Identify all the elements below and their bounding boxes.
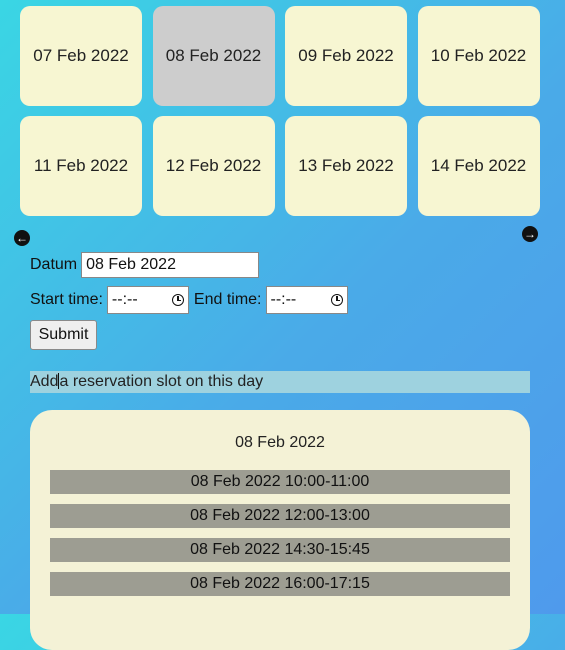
- slot-item[interactable]: 08 Feb 2022 12:00-13:00: [50, 504, 510, 528]
- end-time-label: End time:: [193, 291, 262, 308]
- date-tile-5[interactable]: 12 Feb 2022: [152, 116, 275, 216]
- slot-item[interactable]: 08 Feb 2022 10:00-11:00: [50, 470, 510, 494]
- arrow-left-circle-icon[interactable]: ←: [14, 230, 30, 246]
- date-tile-1[interactable]: 08 Feb 2022: [152, 6, 275, 106]
- clock-icon[interactable]: [330, 294, 343, 306]
- start-time-label: Start time:: [30, 291, 103, 308]
- end-time-input[interactable]: --:--: [265, 286, 348, 314]
- datum-label: Datum: [30, 256, 78, 273]
- arrow-right-circle-icon[interactable]: →: [522, 226, 538, 242]
- slot-list: 08 Feb 2022 10:00-11:00 08 Feb 2022 12:0…: [50, 470, 510, 606]
- date-tile-0[interactable]: 07 Feb 2022: [20, 6, 142, 106]
- start-time-value: --:--: [111, 291, 138, 308]
- datum-input[interactable]: [81, 252, 260, 278]
- start-time-input[interactable]: --:--: [106, 286, 189, 314]
- date-grid: 07 Feb 2022 08 Feb 2022 09 Feb 2022 10 F…: [20, 6, 540, 216]
- add-slot-text-start: Add: [30, 373, 59, 390]
- add-slot-text-end: a reservation slot on this day: [59, 373, 264, 390]
- day-panel: 08 Feb 2022 08 Feb 2022 10:00-11:00 08 F…: [30, 410, 530, 650]
- end-time-value: --:--: [270, 291, 297, 308]
- slot-item[interactable]: 08 Feb 2022 16:00-17:15: [50, 572, 510, 596]
- date-tile-2[interactable]: 09 Feb 2022: [285, 6, 407, 106]
- date-tile-4[interactable]: 11 Feb 2022: [20, 116, 142, 216]
- slot-form: Datum Start time: --:-- End time: --:--: [30, 250, 348, 315]
- date-tile-7[interactable]: 14 Feb 2022: [417, 116, 540, 216]
- date-tile-6[interactable]: 13 Feb 2022: [285, 116, 407, 216]
- submit-button[interactable]: Submit: [30, 320, 97, 350]
- slot-item[interactable]: 08 Feb 2022 14:30-15:45: [50, 538, 510, 562]
- add-slot-link[interactable]: Adda reservation slot on this day: [30, 371, 530, 393]
- clock-icon[interactable]: [171, 294, 184, 306]
- day-panel-title: 08 Feb 2022: [235, 434, 325, 451]
- date-tile-3[interactable]: 10 Feb 2022: [417, 6, 540, 106]
